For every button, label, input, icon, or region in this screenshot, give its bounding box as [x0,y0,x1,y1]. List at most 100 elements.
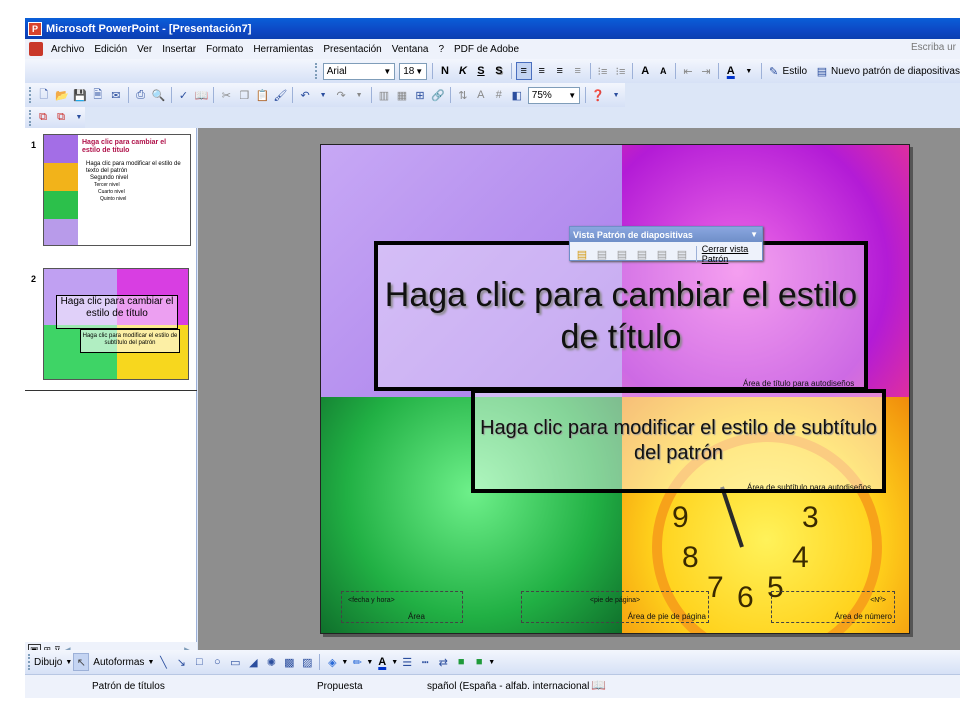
spelling-status-icon[interactable]: 📖 [591,678,606,692]
new-master-button[interactable]: Nuevo patrón de diapositivas [831,66,960,77]
permission-icon[interactable]: 🗎 [90,86,106,104]
undo-icon[interactable]: ↶ [297,86,313,104]
insert-table-icon[interactable]: ▦ [394,86,410,104]
color-grayscale-icon[interactable]: ◧ [509,86,525,104]
menu-insertar[interactable]: Insertar [157,44,201,55]
autoshapes-menu-button[interactable]: Autoformas [93,657,144,668]
insert-chart-icon[interactable]: ▥ [376,86,392,104]
chevron-down-icon[interactable]: ▼ [488,659,495,666]
decrease-indent-icon[interactable]: ⇤ [680,62,696,80]
rename-master-icon[interactable]: ▤ [654,245,670,263]
fill-color-icon[interactable]: ◈ [324,653,340,671]
font-color-icon[interactable]: A [374,653,390,671]
arrow-icon[interactable]: ↘ [173,653,189,671]
underline-button[interactable]: S [473,62,489,80]
bold-button[interactable]: N [437,62,453,80]
show-grid-icon[interactable]: # [491,86,507,104]
toolbar-grip[interactable] [29,87,32,103]
arrow-style-icon[interactable]: ⇄ [435,653,451,671]
slide-thumbnail-1[interactable]: Haga clic para cambiar el estilo de títu… [43,134,191,246]
chevron-down-icon[interactable]: ▼ [315,86,331,104]
italic-button[interactable]: K [455,62,471,80]
shadow-button[interactable]: S [491,62,507,80]
menu-archivo[interactable]: Archivo [46,44,89,55]
document-icon[interactable] [29,42,43,56]
shrink-font-button[interactable]: A [655,62,671,80]
dash-style-icon[interactable]: ┅ [417,653,433,671]
subtitle-placeholder[interactable]: Haga clic para modificar el estilo de su… [471,389,886,493]
close-master-view-button[interactable]: Cerrar vista Patrón [702,244,759,264]
date-placeholder[interactable]: <fecha y hora> Área [341,591,463,623]
spelling-icon[interactable]: ✓ [175,86,191,104]
insert-picture-icon[interactable]: ▨ [299,653,315,671]
chevron-down-icon[interactable]: ▼ [71,109,87,127]
print-preview-icon[interactable]: 🔍 [151,86,167,104]
menu-formato[interactable]: Formato [201,44,248,55]
toolbar-grip[interactable] [29,109,31,126]
select-objects-icon[interactable]: ↖ [73,653,90,671]
wordart-icon[interactable]: ◢ [245,653,261,671]
increase-indent-icon[interactable]: ⇥ [698,62,714,80]
numbering-icon[interactable]: ⁝≡ [594,62,610,80]
chevron-down-icon[interactable]: ▼ [608,86,624,104]
format-painter-icon[interactable]: 🖌 [272,86,288,104]
expand-all-icon[interactable]: ⇅ [455,86,471,104]
font-color-button[interactable]: A [723,62,739,80]
align-center-icon[interactable]: ≡ [534,62,550,80]
master-layout-icon[interactable]: ▤ [674,245,690,263]
chevron-down-icon[interactable]: ▼ [65,659,72,666]
research-icon[interactable]: 📖 [193,86,209,104]
menu-presentacion[interactable]: Presentación [318,44,386,55]
menu-ver[interactable]: Ver [132,44,157,55]
new-icon[interactable]: 🗋 [36,86,52,104]
menu-ventana[interactable]: Ventana [387,44,434,55]
chevron-down-icon[interactable]: ▼ [341,659,348,666]
draw-menu-button[interactable]: Dibujo [34,657,62,668]
slide-thumbnail-2[interactable]: Haga clic para cambiar el estilo de títu… [43,268,189,380]
line-style-icon[interactable]: ☰ [399,653,415,671]
line-icon[interactable]: ╲ [155,653,171,671]
toolbar-options-icon[interactable]: ▼ [750,230,758,239]
menu-edicion[interactable]: Edición [89,44,132,55]
open-icon[interactable]: 📂 [54,86,70,104]
cut-icon[interactable]: ✂ [218,86,234,104]
insert-new-master-icon[interactable]: ▤ [574,245,590,263]
chevron-down-icon[interactable]: ▼ [351,86,367,104]
line-color-icon[interactable]: ✏ [349,653,365,671]
slide-master-toolbar-title[interactable]: Vista Patrón de diapositivas ▼ [570,227,762,242]
chevron-down-icon[interactable]: ▼ [366,659,373,666]
chevron-down-icon[interactable]: ▼ [741,62,757,80]
redo-icon[interactable]: ↷ [333,86,349,104]
save-icon[interactable]: 💾 [72,86,88,104]
insert-title-master-icon[interactable]: ▤ [594,245,610,263]
zoom-select[interactable]: 75% ▼ [527,86,581,104]
help-icon[interactable]: ❓ [590,86,606,104]
paste-icon[interactable]: 📋 [254,86,270,104]
chevron-down-icon[interactable]: ▼ [147,659,154,666]
chevron-down-icon[interactable]: ▼ [391,659,398,666]
tables-borders-icon[interactable]: ⊞ [412,86,428,104]
menu-help[interactable]: ? [433,44,449,55]
preserve-master-icon[interactable]: ▤ [634,245,650,263]
textbox-icon[interactable]: ▭ [227,653,243,671]
align-left-icon[interactable]: ≡ [515,62,532,80]
show-formatting-icon[interactable]: A [473,86,489,104]
convert-pdf-icon[interactable]: ⧉ [35,109,51,127]
align-right-icon[interactable]: ≡ [552,62,568,80]
rectangle-icon[interactable]: □ [191,653,207,671]
justify-icon[interactable]: ≡ [570,62,586,80]
insert-hyperlink-icon[interactable]: 🔗 [430,86,446,104]
print-icon[interactable]: ⎙ [133,86,149,104]
email-icon[interactable]: ✉ [108,86,124,104]
font-select[interactable]: Arial ▼ [322,62,396,80]
footer-placeholder[interactable]: <pie de página> Área de pie de página [521,591,709,623]
style-button[interactable]: Estilo [783,66,807,77]
powerpoint-app-icon[interactable]: P [28,21,42,36]
grow-font-button[interactable]: A [637,62,653,80]
menu-pdf-adobe[interactable]: PDF de Adobe [449,44,524,55]
convert-pdf-email-icon[interactable]: ⧉ [53,109,69,127]
3d-style-icon[interactable]: ■ [471,653,487,671]
clipart-icon[interactable]: ▩ [281,653,297,671]
bullets-icon[interactable]: ⁝≡ [612,62,628,80]
delete-master-icon[interactable]: ▤ [614,245,630,263]
